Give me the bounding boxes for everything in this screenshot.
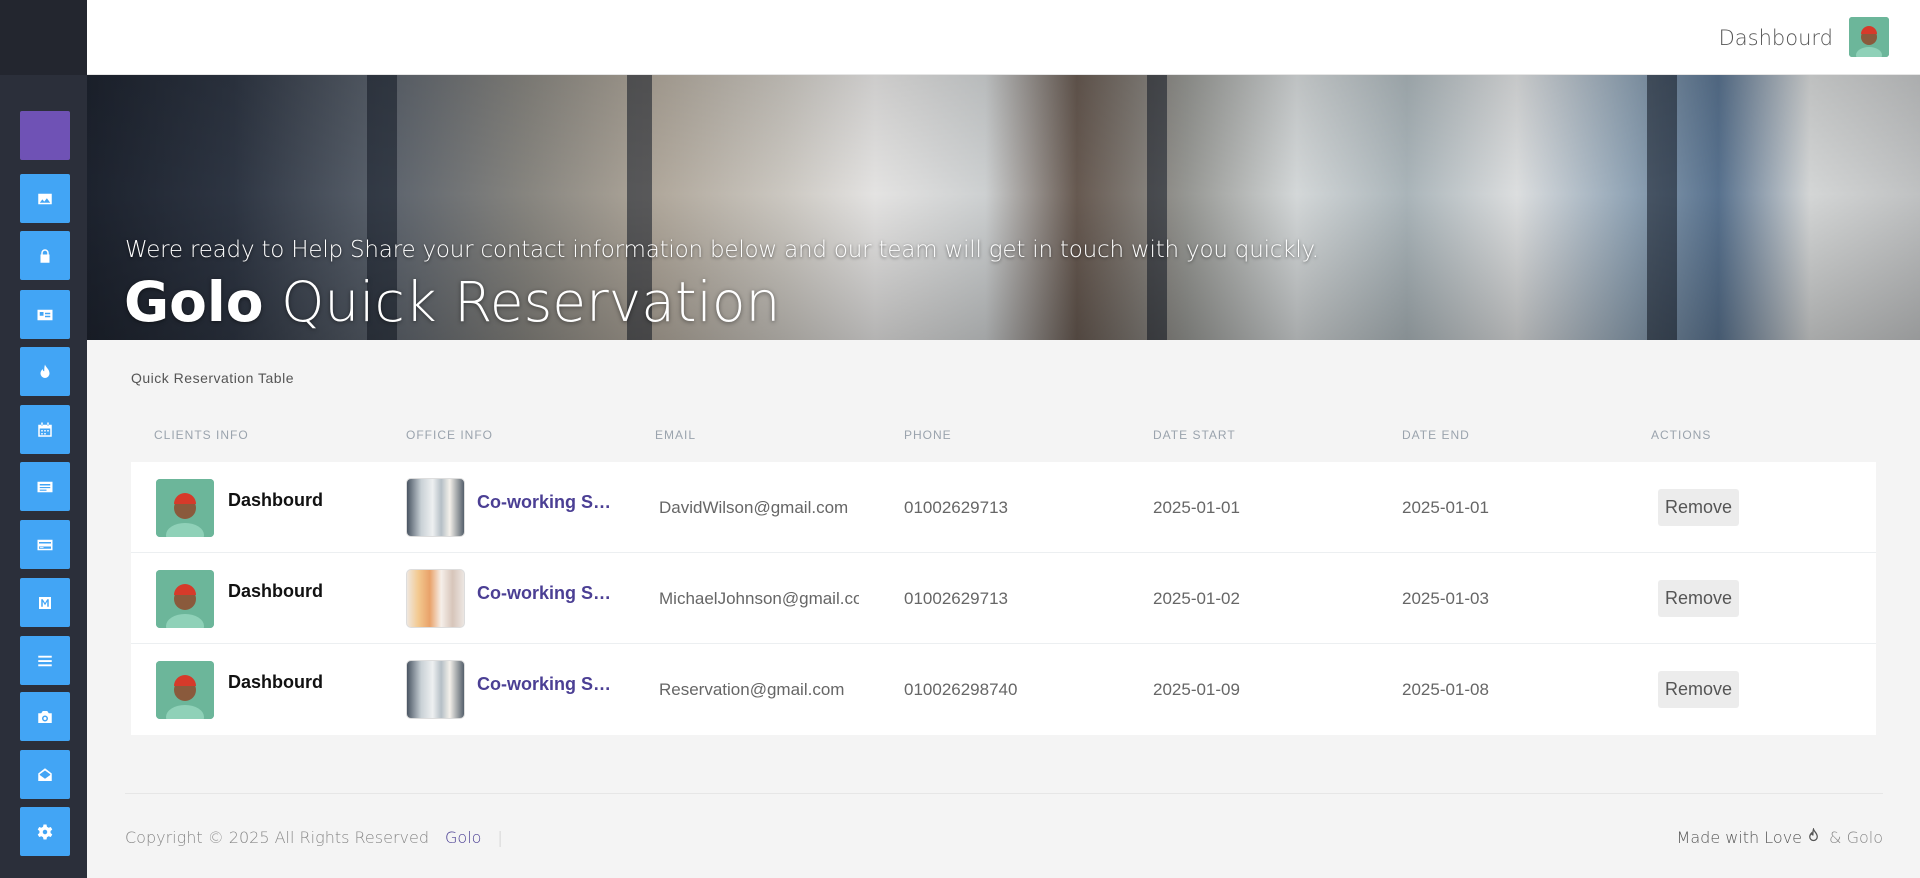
client-cell: Dashbourd [156, 553, 323, 644]
camera-icon [38, 710, 52, 723]
column-header: DATE END [1402, 428, 1470, 442]
table-header: CLIENTS INFO OFFICE INFO EMAIL PHONE DAT… [131, 420, 1876, 462]
sidebar-item-lock[interactable] [20, 231, 70, 280]
phone-cell: 01002629713 [904, 588, 1009, 608]
made-by-text: & Golo [1829, 828, 1883, 847]
footer-divider [125, 793, 1883, 794]
client-avatar [156, 660, 214, 719]
remove-button[interactable]: Remove [1658, 580, 1740, 617]
phone-cell: 01002629713 [904, 497, 1009, 517]
column-header: PHONE [904, 428, 952, 442]
actions-cell: Remove [1658, 462, 1740, 553]
footer-copyright: Copyright © 2025 All Rights Reserved Gol… [125, 828, 503, 847]
footer-credit: Made with Love & Golo [1676, 827, 1883, 847]
date-start-cell: 2025-01-01 [1153, 497, 1240, 517]
office-thumbnail[interactable] [406, 569, 465, 628]
avatar-icon [156, 478, 214, 537]
sidebar-item-messages[interactable] [20, 750, 70, 799]
menu-icon [38, 655, 52, 666]
sidebar-header [0, 0, 87, 75]
sidebar-item-calendar[interactable] [20, 405, 70, 454]
column-header: CLIENTS INFO [154, 428, 249, 442]
top-header: Dashbourd [87, 0, 1920, 75]
made-with-text: Made with Love [1676, 828, 1803, 847]
office-link[interactable]: Co-working Space [477, 492, 612, 513]
office-thumbnail[interactable] [406, 660, 465, 719]
email-cell: Reservation@gmail.com [659, 679, 845, 699]
calendar-icon [38, 422, 52, 437]
sidebar-item-listings[interactable] [20, 462, 70, 511]
email-cell: DavidWilson@gmail.com [659, 497, 849, 517]
sidebar-item-payments[interactable] [20, 520, 70, 569]
client-name[interactable]: Dashbourd [228, 581, 323, 602]
sidebar-item-medium[interactable] [20, 578, 70, 627]
table-row: Dashbourd Co-working Space DavidWilson@g… [131, 462, 1876, 553]
date-start-cell: 2025-01-02 [1153, 588, 1240, 608]
column-header: OFFICE INFO [406, 428, 493, 442]
hero-subtitle: Were ready to Help Share your contact in… [125, 237, 1319, 263]
credit-card-icon [37, 539, 53, 550]
envelope-open-icon [38, 767, 52, 781]
table-row: Dashbourd Co-working Space MichaelJohnso… [131, 553, 1876, 644]
sidebar-item-menu[interactable] [20, 636, 70, 685]
client-name[interactable]: Dashbourd [228, 490, 323, 511]
image-icon [38, 193, 52, 204]
app-logo-icon[interactable] [20, 111, 70, 160]
list-card-icon [37, 481, 53, 492]
sidebar-item-trending[interactable] [20, 347, 70, 396]
client-avatar [156, 569, 214, 628]
header-title[interactable]: Dashbourd [1719, 26, 1833, 50]
m-icon [39, 596, 51, 609]
avatar-icon [156, 660, 214, 719]
column-header: ACTIONS [1651, 428, 1712, 442]
hero-title: Golo Quick Reservation [124, 270, 780, 334]
lock-icon [40, 248, 50, 263]
hero-banner: Were ready to Help Share your contact in… [87, 75, 1920, 340]
office-cell: Co-working Space [406, 462, 612, 553]
table-row: Dashbourd Co-working Space Reservation@g… [131, 644, 1876, 735]
sidebar-item-settings[interactable] [20, 807, 70, 856]
fire-icon [1806, 827, 1821, 847]
date-end-cell: 2025-01-03 [1402, 588, 1489, 608]
actions-cell: Remove [1658, 644, 1740, 735]
id-card-icon [37, 309, 53, 320]
date-start-cell: 2025-01-09 [1153, 679, 1240, 699]
sidebar-item-gallery[interactable] [20, 692, 70, 741]
office-link[interactable]: Co-working Space [477, 674, 612, 695]
date-end-cell: 2025-01-08 [1402, 679, 1489, 699]
client-cell: Dashbourd [156, 462, 323, 553]
actions-cell: Remove [1658, 553, 1740, 644]
remove-button[interactable]: Remove [1658, 489, 1740, 526]
email-cell: MichaelJohnson@gmail.com [659, 588, 859, 608]
sidebar [0, 0, 87, 878]
table-caption: Quick Reservation Table [131, 370, 294, 386]
footer-brand-link[interactable]: Golo [445, 828, 481, 847]
sidebar-item-images[interactable] [20, 174, 70, 223]
office-cell: Co-working Space [406, 553, 612, 644]
gear-icon [37, 824, 53, 839]
client-cell: Dashbourd [156, 644, 323, 735]
office-cell: Co-working Space [406, 644, 612, 735]
column-header: DATE START [1153, 428, 1236, 442]
avatar-icon [1849, 17, 1889, 57]
fire-icon [40, 364, 50, 378]
remove-button[interactable]: Remove [1658, 671, 1740, 708]
client-avatar [156, 478, 214, 537]
office-link[interactable]: Co-working Space [477, 583, 612, 604]
hero-title-rest: Quick Reservation [281, 270, 781, 334]
office-thumbnail[interactable] [406, 478, 465, 537]
date-end-cell: 2025-01-01 [1402, 497, 1489, 517]
copyright-text: Copyright © 2025 All Rights Reserved [125, 828, 429, 847]
column-header: EMAIL [655, 428, 697, 442]
client-name[interactable]: Dashbourd [228, 672, 323, 693]
user-avatar[interactable] [1849, 17, 1889, 57]
sidebar-item-contacts[interactable] [20, 290, 70, 339]
avatar-icon [156, 569, 214, 628]
phone-cell: 010026298740 [904, 679, 1018, 699]
footer-separator: | [497, 828, 503, 847]
reservation-table: Dashbourd Co-working Space DavidWilson@g… [131, 462, 1876, 735]
hero-title-brand: Golo [124, 270, 264, 334]
